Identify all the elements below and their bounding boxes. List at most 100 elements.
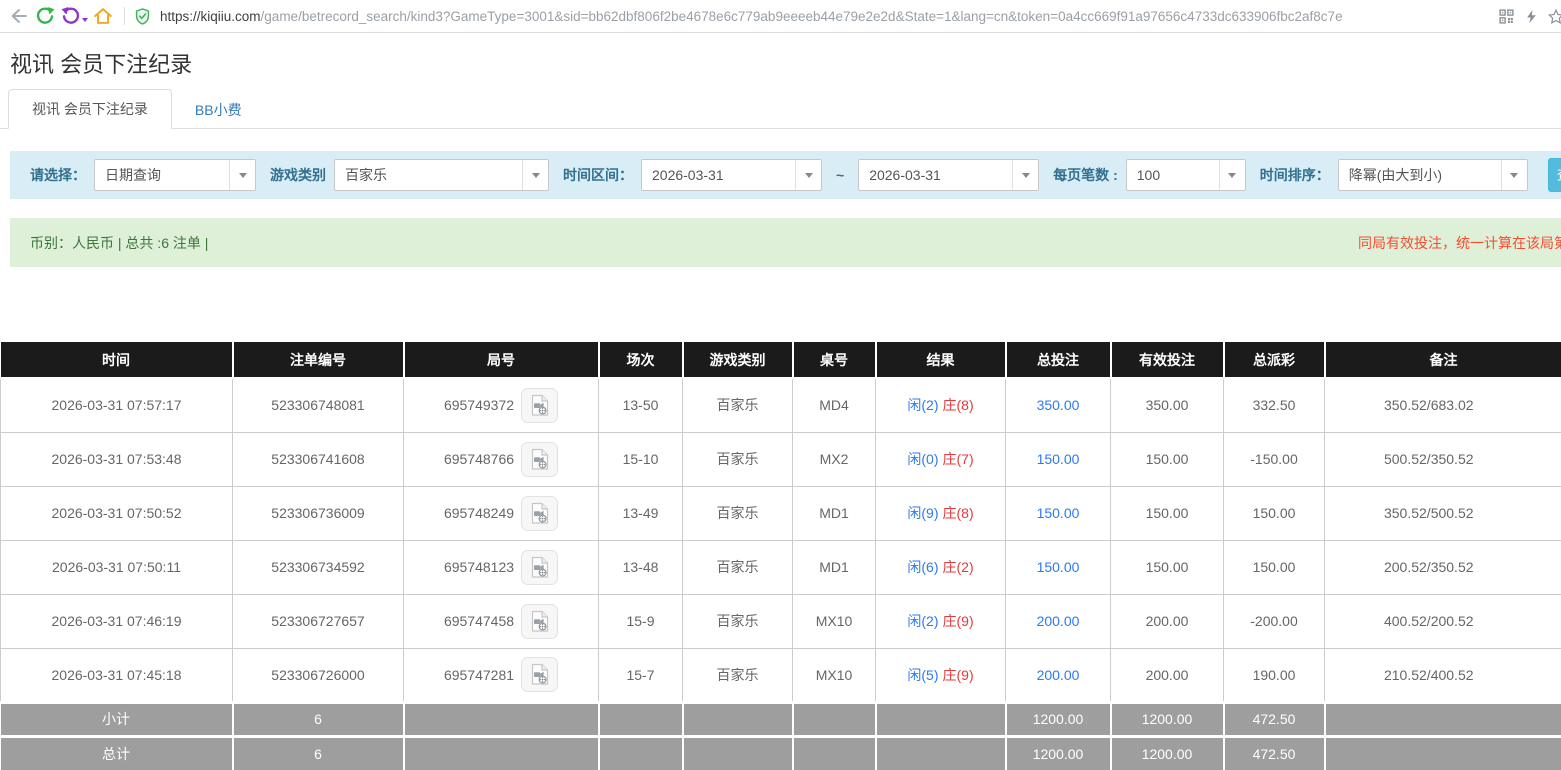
per-page-select[interactable]: 100 (1126, 159, 1246, 191)
cell-table-no: MX10 (793, 648, 876, 702)
total-bet-link[interactable]: 200.00 (1037, 613, 1080, 629)
result-player: 闲(2) (907, 397, 938, 413)
result-banker: 庄(2) (943, 559, 974, 575)
result-player: 闲(9) (907, 505, 938, 521)
cell-remark: 350.52/500.52 (1325, 486, 1561, 540)
bet-records-table: 时间 注单编号 局号 场次 游戏类别 桌号 结果 总投注 有效投注 总派彩 备注… (0, 342, 1561, 770)
cell-valid-bet: 350.00 (1111, 378, 1224, 432)
cell-round-id: 695747281 (404, 648, 599, 702)
cell-table-no: MX10 (793, 594, 876, 648)
lightning-icon[interactable] (1524, 7, 1539, 26)
chevron-down-icon[interactable] (1501, 160, 1527, 190)
chevron-down-icon[interactable] (1219, 160, 1245, 190)
cell-time: 2026-03-31 07:53:48 (1, 432, 233, 486)
chevron-down-icon[interactable] (522, 160, 548, 190)
home-icon[interactable] (90, 3, 116, 29)
summary-bar: 币别：人民币 | 总共 :6 注单 | 同局有效投注，统一计算在该局第 (10, 218, 1561, 267)
address-bar[interactable]: https://kiqiiu.com/game/betrecord_search… (133, 6, 1490, 27)
tab-bb-tips[interactable]: BB小费 (172, 91, 265, 129)
chevron-down-icon[interactable] (1012, 160, 1038, 190)
undo-icon[interactable] (58, 3, 84, 29)
cell-remark: 210.52/400.52 (1325, 648, 1561, 702)
cell-round-id: 695748249 (404, 486, 599, 540)
tab-bet-records[interactable]: 视讯 会员下注纪录 (8, 89, 172, 129)
cell-payout: 332.50 (1224, 378, 1325, 432)
cell-bet-id: 523306734592 (233, 540, 404, 594)
tab-bar: 视讯 会员下注纪录 BB小费 (0, 91, 1561, 129)
page-title: 视讯 会员下注纪录 (10, 47, 1561, 79)
header-payout: 总派彩 (1224, 342, 1325, 378)
url-domain[interactable]: https://kiqiiu.com (160, 9, 261, 24)
table-body: 2026-03-31 07:57:17 523306748081 6957493… (1, 378, 1561, 702)
url-path[interactable]: /game/betrecord_search/kind3?GameType=30… (261, 9, 1343, 24)
url-text[interactable]: https://kiqiiu.com/game/betrecord_search… (160, 9, 1343, 24)
cell-remark: 200.52/350.52 (1325, 540, 1561, 594)
date-to-select[interactable]: 2026-03-31 (858, 159, 1039, 191)
toolbar-divider (124, 7, 125, 25)
cell-time: 2026-03-31 07:50:11 (1, 540, 233, 594)
cell-table-no: MD1 (793, 486, 876, 540)
time-range-label: 时间区间： (563, 165, 633, 185)
chevron-down-icon[interactable] (795, 160, 821, 190)
cell-bet-id: 523306726000 (233, 648, 404, 702)
header-time: 时间 (1, 342, 233, 378)
cell-game-type: 百家乐 (683, 486, 793, 540)
cell-result: 闲(2)庄(8) (876, 378, 1006, 432)
currency-summary-text: 币别：人民币 | 总共 :6 注单 | (30, 233, 208, 253)
security-shield-icon[interactable] (133, 6, 152, 27)
refresh-icon[interactable] (32, 3, 58, 29)
cell-game-type: 百家乐 (683, 648, 793, 702)
cell-result: 闲(2)庄(9) (876, 594, 1006, 648)
video-replay-button[interactable] (521, 388, 558, 423)
table-row: 2026-03-31 07:53:48 523306741608 6957487… (1, 432, 1561, 486)
game-type-value: 百家乐 (335, 160, 522, 190)
game-type-select[interactable]: 百家乐 (334, 159, 549, 191)
total-bet-link[interactable]: 150.00 (1037, 559, 1080, 575)
undo-dropdown-icon[interactable] (82, 18, 88, 22)
video-replay-button[interactable] (521, 496, 558, 531)
cell-remark: 500.52/350.52 (1325, 432, 1561, 486)
table-row: 2026-03-31 07:50:11 523306734592 6957481… (1, 540, 1561, 594)
cell-session: 13-48 (599, 540, 683, 594)
video-record-icon (530, 448, 550, 471)
video-replay-button[interactable] (521, 550, 558, 585)
video-replay-button[interactable] (521, 442, 558, 477)
range-separator: ~ (836, 167, 844, 183)
header-round-id: 局号 (404, 342, 599, 378)
video-record-icon (530, 556, 550, 579)
cell-result: 闲(5)庄(9) (876, 648, 1006, 702)
video-replay-button[interactable] (521, 657, 558, 692)
cell-game-type: 百家乐 (683, 540, 793, 594)
sort-select[interactable]: 降幂(由大到小) (1338, 159, 1528, 191)
header-total-bet: 总投注 (1006, 342, 1111, 378)
subtotal-row: 小计 6 1200.00 1200.00 472.50 (1, 702, 1561, 736)
date-from-select[interactable]: 2026-03-31 (641, 159, 822, 191)
total-bet-link[interactable]: 150.00 (1037, 451, 1080, 467)
query-type-select[interactable]: 日期查询 (94, 159, 256, 191)
round-id-text: 695748766 (444, 451, 514, 467)
cell-remark: 350.52/683.02 (1325, 378, 1561, 432)
cell-round-id: 695748766 (404, 432, 599, 486)
round-id-text: 695748249 (444, 505, 514, 521)
result-banker: 庄(9) (943, 667, 974, 683)
total-bet-link[interactable]: 200.00 (1037, 667, 1080, 683)
search-button[interactable]: 查询 (1548, 158, 1561, 192)
cell-result: 闲(6)庄(2) (876, 540, 1006, 594)
header-table-no: 桌号 (793, 342, 876, 378)
bookmark-star-icon[interactable] (1548, 8, 1561, 25)
video-record-icon (530, 610, 550, 633)
table-header: 时间 注单编号 局号 场次 游戏类别 桌号 结果 总投注 有效投注 总派彩 备注 (1, 342, 1561, 378)
back-icon[interactable] (6, 3, 32, 29)
total-bet-link[interactable]: 150.00 (1037, 505, 1080, 521)
cell-valid-bet: 200.00 (1111, 594, 1224, 648)
total-bet-link[interactable]: 350.00 (1037, 397, 1080, 413)
cell-round-id: 695747458 (404, 594, 599, 648)
qr-code-icon[interactable] (1498, 8, 1515, 25)
video-replay-button[interactable] (521, 604, 558, 639)
chevron-down-icon[interactable] (229, 160, 255, 190)
cell-payout: 150.00 (1224, 540, 1325, 594)
result-player: 闲(0) (907, 451, 938, 467)
cell-table-no: MX2 (793, 432, 876, 486)
game-type-label: 游戏类别 (270, 165, 326, 185)
result-banker: 庄(8) (943, 505, 974, 521)
